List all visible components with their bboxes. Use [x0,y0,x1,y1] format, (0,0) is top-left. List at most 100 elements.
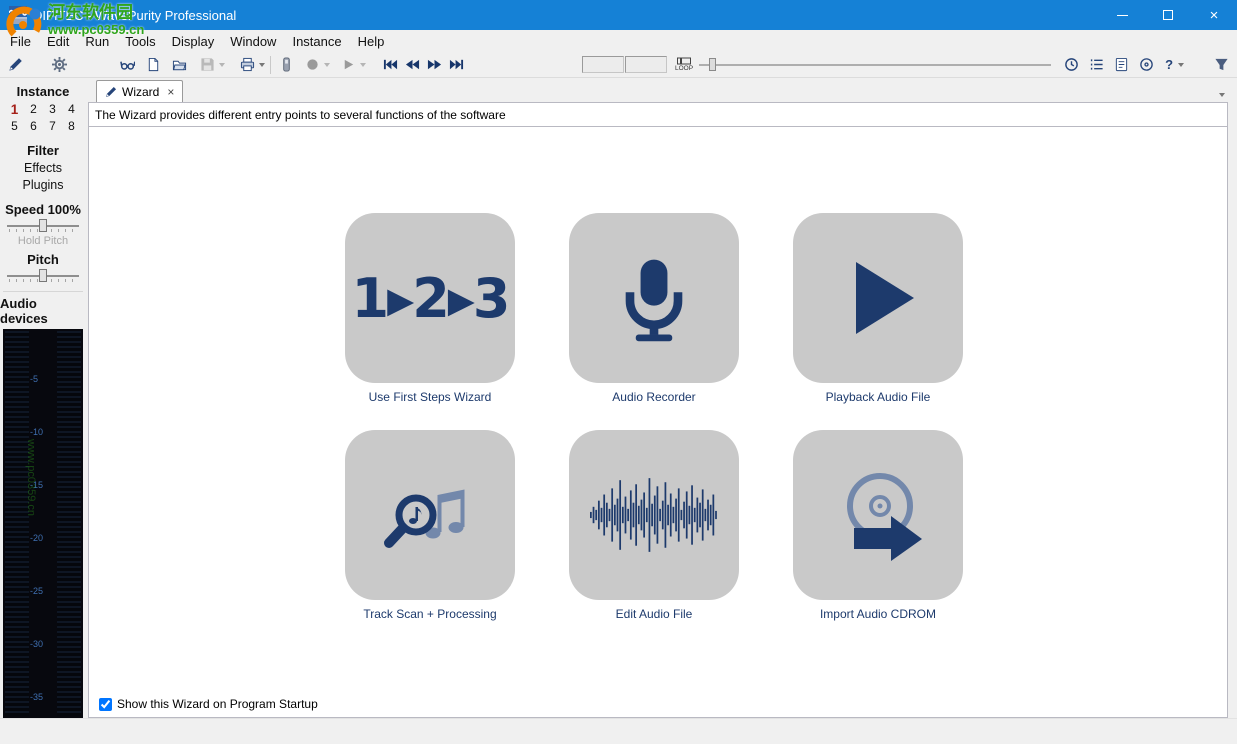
meter-tick: -10 [30,427,43,437]
title-bar: DIFITEC - WavePurity Professional × [0,0,1237,30]
record-dropdown-chevron[interactable] [324,63,330,67]
sidebar-divider [3,291,83,292]
print-button[interactable] [237,55,257,75]
maximize-button[interactable] [1145,0,1191,30]
settings-gear-button[interactable] [49,55,69,75]
help-dropdown-chevron[interactable] [1178,63,1184,67]
tab-bar: Wizard × [88,78,1228,102]
fast-forward-button[interactable] [424,55,444,75]
meter-tick: -5 [30,374,38,384]
menu-instance[interactable]: Instance [284,32,349,51]
tile-edit-audio-file[interactable] [569,430,739,600]
speed-slider[interactable] [5,219,81,234]
startup-checkbox-row[interactable]: Show this Wizard on Program Startup [99,697,318,711]
tile-playback-audio-file[interactable] [793,213,963,383]
save-dropdown-chevron[interactable] [219,63,225,67]
tab-overflow-chevron[interactable] [1219,93,1225,97]
level-meter-right [57,331,81,716]
tile-label-import-cdrom: Import Audio CDROM [766,607,990,621]
burn-cd-button[interactable] [1136,55,1156,75]
menu-tools[interactable]: Tools [117,32,163,51]
print-dropdown-chevron[interactable] [259,63,265,67]
instance-button-2[interactable]: 2 [25,101,43,118]
open-folder-button[interactable] [169,55,189,75]
audio-level-meters: -5 -10 -15 -20 -25 -30 -35 www.pc0359.cn [3,329,83,718]
pencil-icon [105,86,117,98]
level-meter-left [5,331,29,716]
close-button[interactable]: × [1191,0,1237,30]
steps-123-icon: 1▸2▸3 [352,267,509,330]
sidebar-item-effects[interactable]: Effects [24,161,62,175]
menu-file[interactable]: File [2,32,39,51]
menu-edit[interactable]: Edit [39,32,77,51]
tab-close-icon[interactable]: × [167,85,174,99]
skip-start-button[interactable] [380,55,400,75]
minimize-icon [1117,15,1128,16]
tile-audio-recorder[interactable] [569,213,739,383]
cd-import-arrow-icon [828,465,928,565]
sidebar: Instance 1 2 3 4 5 6 7 8 Filter Effects … [0,78,86,718]
speed-slider-thumb[interactable] [39,219,47,232]
position-slider-thumb[interactable] [709,58,716,71]
time-display-right[interactable] [625,56,667,73]
pitch-slider-thumb[interactable] [39,269,47,282]
new-document-button[interactable] [143,55,163,75]
menu-help[interactable]: Help [350,32,393,51]
pitch-label: Pitch [27,252,59,267]
meter-db-scale: -5 -10 -15 -20 -25 -30 -35 [29,331,57,716]
position-slider[interactable] [699,57,1051,73]
history-clock-button[interactable] [1061,55,1081,75]
menu-window[interactable]: Window [222,32,284,51]
notes-button[interactable] [1111,55,1131,75]
tile-track-scan-processing[interactable] [345,430,515,600]
time-display-left[interactable] [582,56,624,73]
main-area: Wizard × The Wizard provides different e… [86,78,1237,718]
tile-label-track-scan: Track Scan + Processing [318,607,542,621]
instance-selector: 1 2 3 4 5 6 7 8 [6,101,81,135]
play-button[interactable] [338,55,358,75]
startup-checkbox[interactable] [99,698,112,711]
view-glasses-button[interactable] [117,55,137,75]
menu-run[interactable]: Run [77,32,117,51]
pitch-slider[interactable] [5,269,81,284]
hold-pitch-option[interactable]: Hold Pitch [18,235,68,247]
instance-button-7[interactable]: 7 [44,118,62,135]
minimize-button[interactable] [1099,0,1145,30]
tile-label-first-steps: Use First Steps Wizard [318,390,542,404]
menu-display[interactable]: Display [164,32,223,51]
media-cartridge-button[interactable] [276,55,296,75]
wizard-info-text: The Wizard provides different entry poin… [95,108,506,122]
record-button[interactable] [302,55,322,75]
instance-button-6[interactable]: 6 [25,118,43,135]
rewind-button[interactable] [402,55,422,75]
sidebar-item-plugins[interactable]: Plugins [23,178,64,192]
pencil-tool-button[interactable] [5,55,25,75]
window-title: DIFITEC - WavePurity Professional [33,8,236,23]
tile-import-audio-cdrom[interactable] [793,430,963,600]
instance-button-4[interactable]: 4 [63,101,81,118]
close-icon: × [1210,7,1219,24]
magnifier-note-icon [380,465,480,565]
instance-button-1[interactable]: 1 [6,101,24,118]
filter-funnel-button[interactable] [1211,55,1231,75]
save-button[interactable] [197,55,217,75]
playlist-button[interactable] [1086,55,1106,75]
tile-label-audio-recorder: Audio Recorder [542,390,766,404]
tab-wizard[interactable]: Wizard × [96,80,183,102]
skip-end-button[interactable] [446,55,466,75]
tile-first-steps-wizard[interactable]: 1▸2▸3 [345,213,515,383]
audio-devices-header: Audio devices [0,296,86,326]
wizard-info-bar: The Wizard provides different entry poin… [88,102,1228,127]
help-button[interactable]: ? [1162,57,1176,72]
sidebar-item-filter[interactable]: Filter [27,143,59,158]
meter-tick: -20 [30,533,43,543]
loop-button[interactable]: LOOP [675,57,693,73]
instance-button-5[interactable]: 5 [6,118,24,135]
play-dropdown-chevron[interactable] [360,63,366,67]
instance-button-3[interactable]: 3 [44,101,62,118]
loop-label: LOOP [675,65,693,73]
position-slider-track [699,64,1051,66]
instance-button-8[interactable]: 8 [63,118,81,135]
toolbar-separator [270,56,271,74]
meter-tick: -30 [30,639,43,649]
